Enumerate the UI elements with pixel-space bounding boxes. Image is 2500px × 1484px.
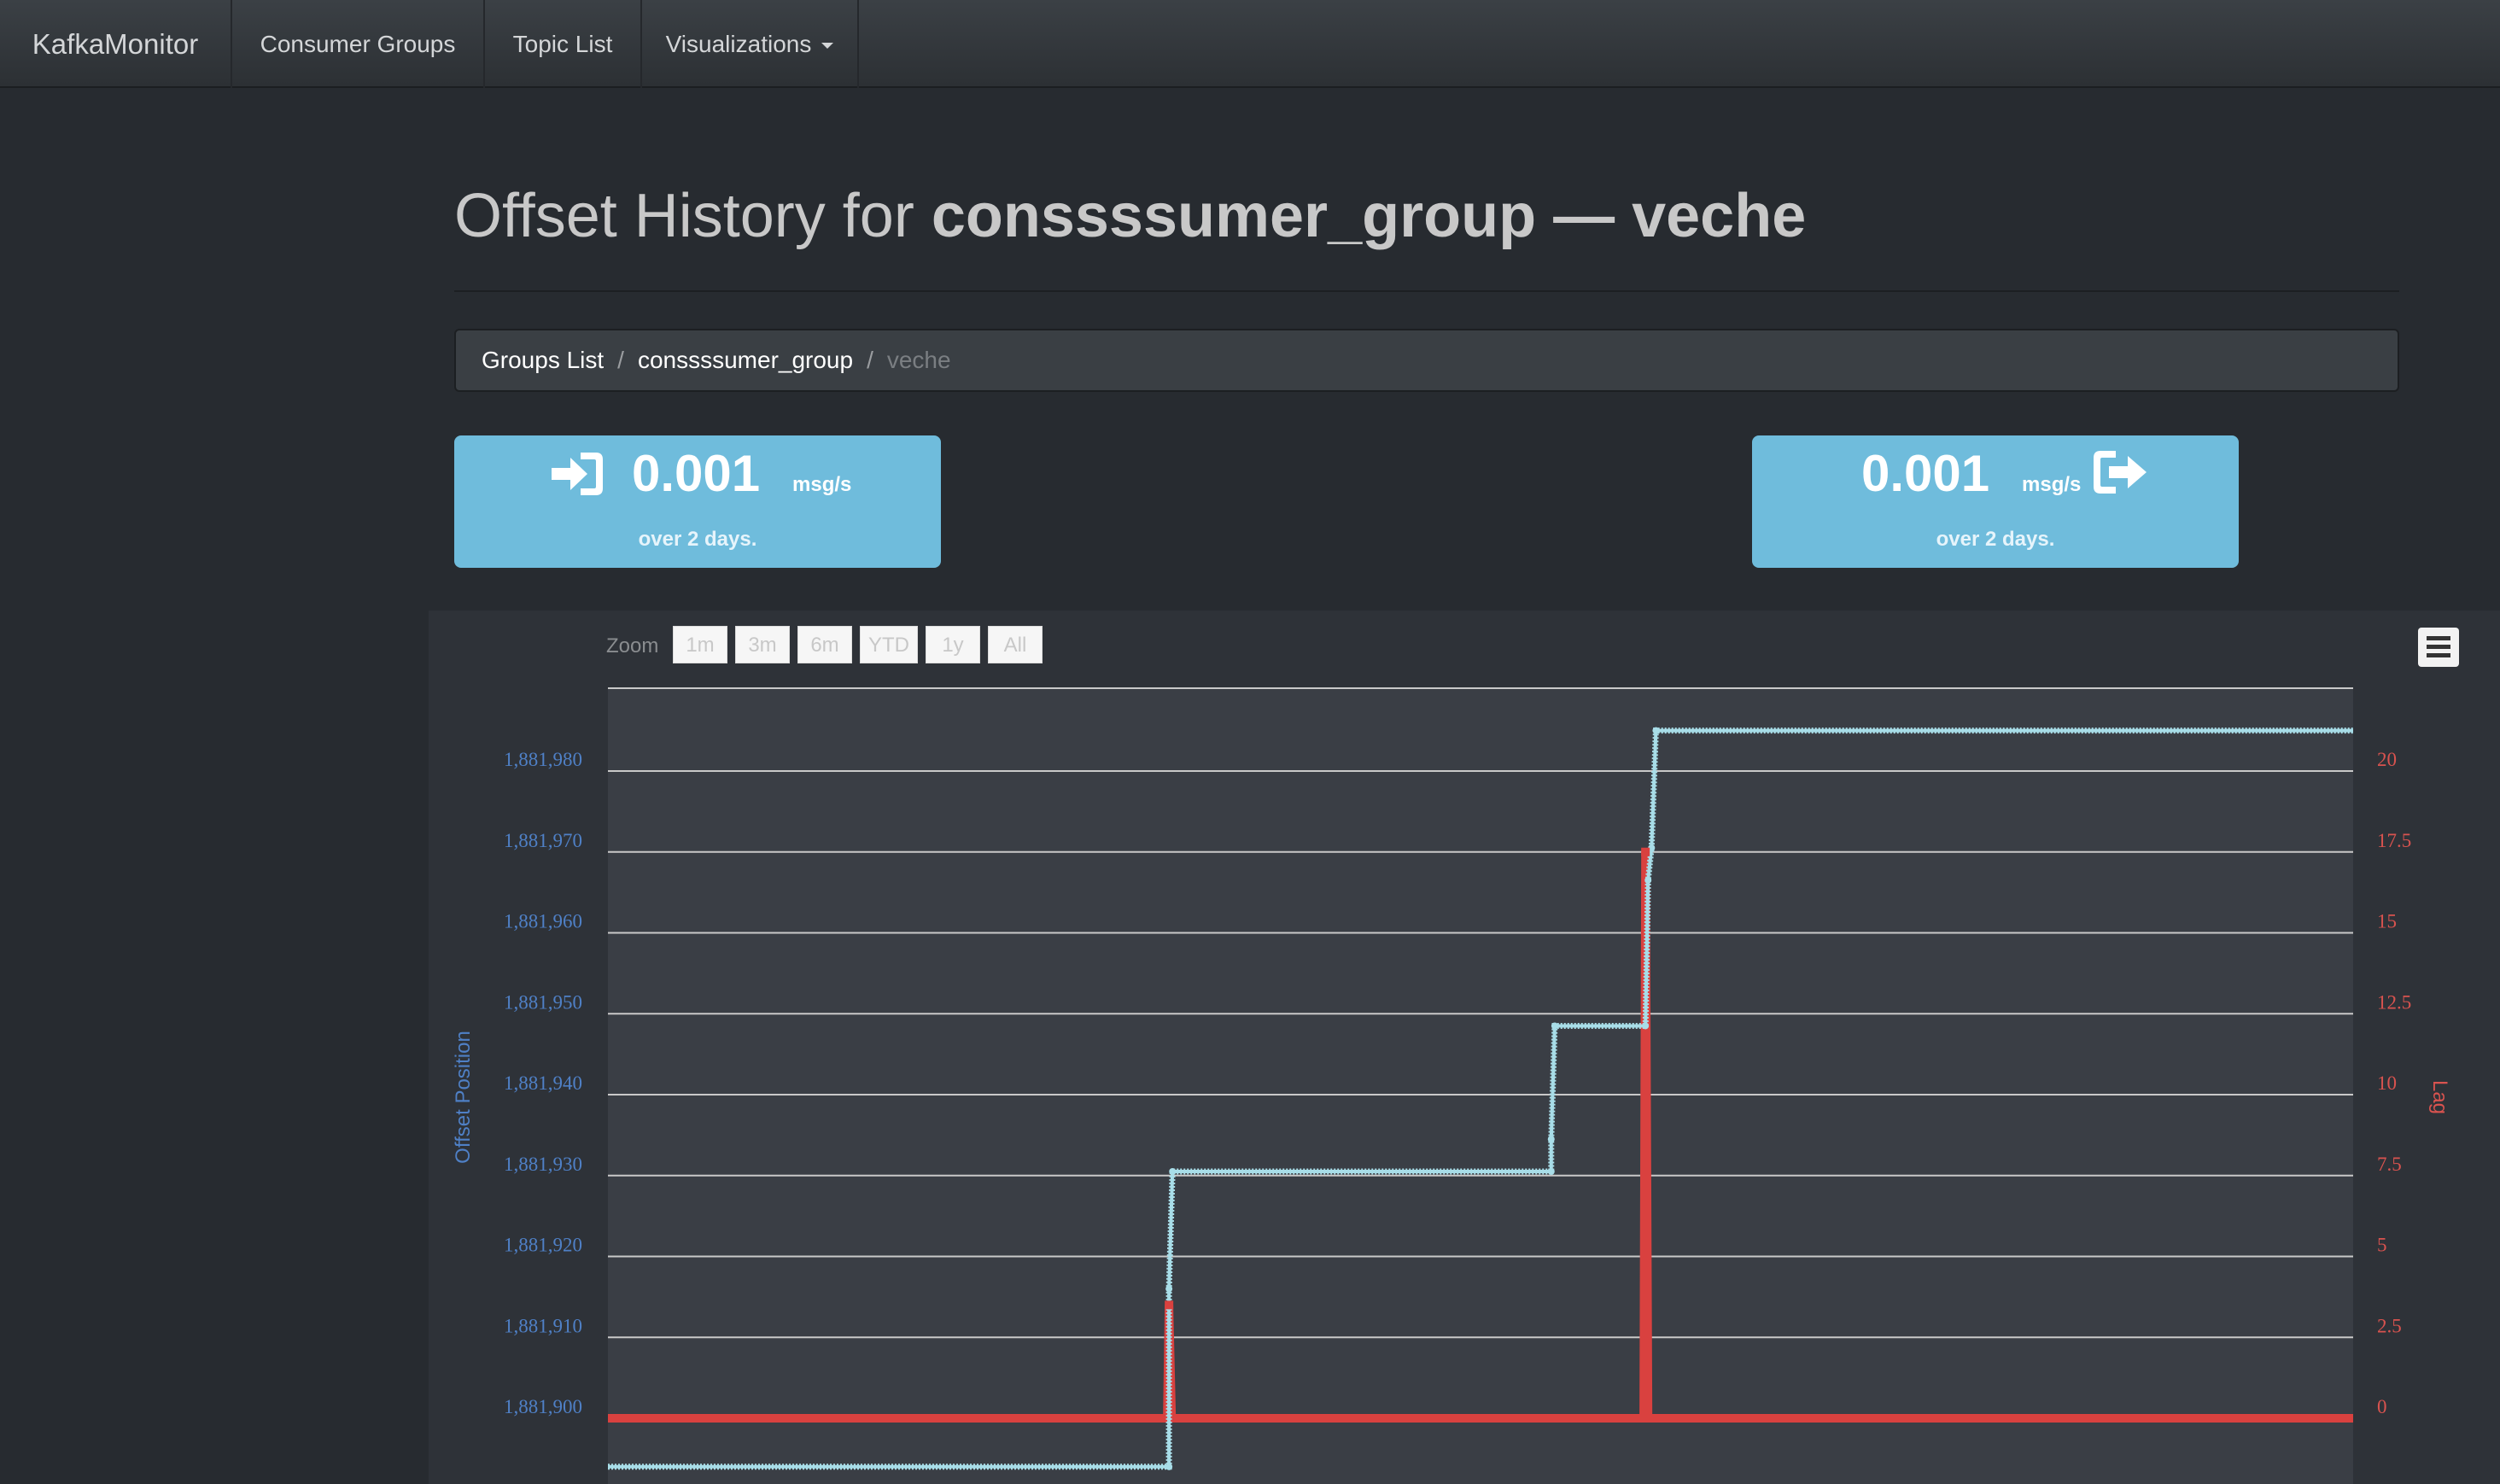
- offset-point: [1169, 1168, 1177, 1176]
- right-tick-label: 10: [2377, 1072, 2397, 1094]
- left-tick-label: 1,881,960: [504, 911, 582, 932]
- right-tick-label: 5: [2377, 1235, 2387, 1256]
- lag-point: [1165, 1300, 1174, 1310]
- offset-point: [1551, 1022, 1558, 1030]
- right-tick-label: 2.5: [2377, 1315, 2402, 1336]
- right-tick-label: 17.5: [2377, 830, 2411, 851]
- left-tick-label: 1,881,910: [504, 1315, 582, 1336]
- offset-point: [1165, 1463, 1173, 1470]
- right-tick-label: 0: [2377, 1396, 2387, 1417]
- left-tick-label: 1,881,940: [504, 1072, 582, 1094]
- lag-point: [1641, 847, 1650, 856]
- left-tick-label: 1,881,970: [504, 830, 582, 851]
- offset-point: [1642, 1022, 1650, 1030]
- left-axis-title: Offset Position: [452, 1031, 475, 1164]
- left-tick-label: 1,881,980: [504, 749, 582, 770]
- offset-point: [1165, 1285, 1173, 1293]
- left-tick-label: 1,881,930: [504, 1154, 582, 1175]
- offset-point: [1644, 876, 1652, 884]
- right-tick-label: 20: [2377, 749, 2397, 770]
- left-tick-label: 1,881,900: [504, 1396, 582, 1417]
- right-axis-title: Lag: [2428, 1080, 2451, 1114]
- left-tick-label: 1,881,950: [504, 991, 582, 1013]
- offset-point: [1652, 727, 1660, 734]
- right-tick-label: 15: [2377, 911, 2397, 932]
- right-tick-label: 12.5: [2377, 991, 2411, 1013]
- right-tick-label: 7.5: [2377, 1154, 2402, 1175]
- plot-area: [608, 688, 2353, 1484]
- left-tick-label: 1,881,920: [504, 1235, 582, 1256]
- offset-lag-chart: 1,881,900 1,881,910 1,881,920 1,881,930 1,88…: [452, 687, 2451, 1484]
- offset-point: [1547, 1168, 1555, 1176]
- offset-point: [1547, 1136, 1555, 1143]
